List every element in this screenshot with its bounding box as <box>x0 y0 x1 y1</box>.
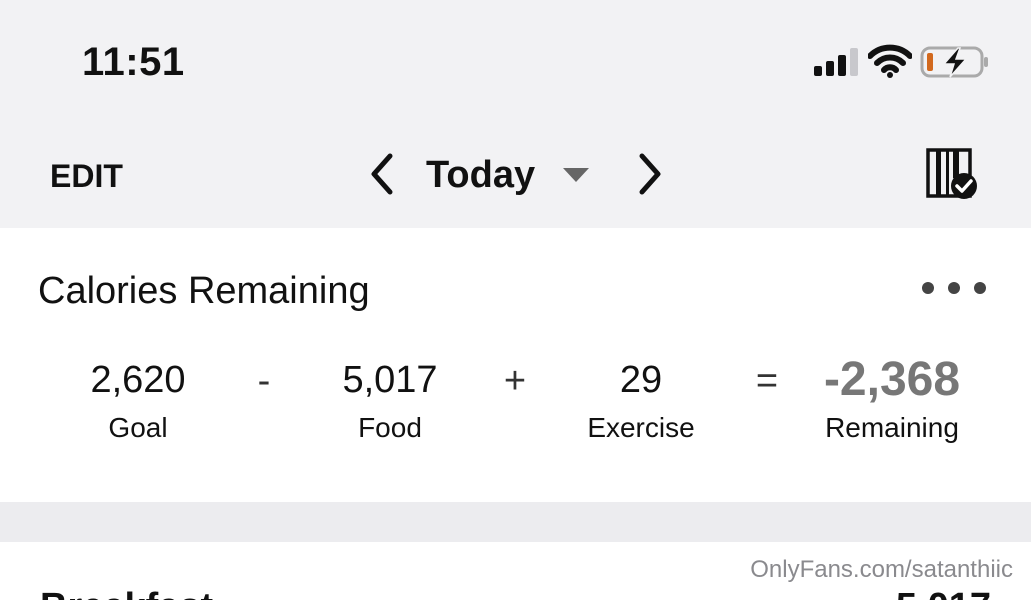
remaining-label: Remaining <box>825 412 959 443</box>
watermark-text: OnlyFans.com/satanthiic <box>750 556 1013 583</box>
plus-operator: + <box>503 360 527 402</box>
calories-remaining-card: Calories Remaining 2,620 Goal - 5,017 Fo… <box>0 228 1031 502</box>
caret-down-icon <box>563 168 590 182</box>
section-divider <box>0 502 1031 542</box>
food-label: Food <box>358 412 422 443</box>
food-value: 5,017 <box>342 359 438 401</box>
calorie-equation: 2,620 Goal - 5,017 Food + 29 Exercise = … <box>0 356 1031 466</box>
date-selector[interactable]: Today <box>426 150 590 200</box>
battery-charging-icon <box>920 46 988 78</box>
goal-label: Goal <box>108 412 168 443</box>
remaining-cell: -2,368 Remaining <box>806 356 978 444</box>
edit-button[interactable]: EDIT <box>50 158 123 195</box>
exercise-value: 29 <box>619 359 663 401</box>
remaining-value: -2,368 <box>823 353 961 406</box>
meal-calories: 5,017 <box>896 586 991 600</box>
food-cell: 5,017 Food <box>330 356 450 444</box>
chevron-right-icon[interactable] <box>634 152 664 196</box>
more-options-icon[interactable] <box>916 276 992 300</box>
date-navigation-bar: EDIT Today <box>0 120 1031 228</box>
cellular-signal-icon <box>814 48 858 76</box>
status-time: 11:51 <box>82 40 185 84</box>
wifi-icon <box>868 44 912 78</box>
equals-operator: = <box>755 360 779 402</box>
goal-value: 2,620 <box>90 359 186 401</box>
barcode-scan-icon[interactable] <box>926 148 978 200</box>
exercise-label: Exercise <box>587 412 695 443</box>
minus-operator: - <box>257 360 271 402</box>
chevron-left-icon[interactable] <box>368 152 398 196</box>
meal-title: Breakfast <box>40 586 213 600</box>
date-label: Today <box>426 153 536 196</box>
goal-cell: 2,620 Goal <box>78 356 198 444</box>
exercise-cell: 29 Exercise <box>570 356 712 444</box>
status-bar: 11:51 <box>0 0 1031 120</box>
card-title: Calories Remaining <box>38 270 370 312</box>
